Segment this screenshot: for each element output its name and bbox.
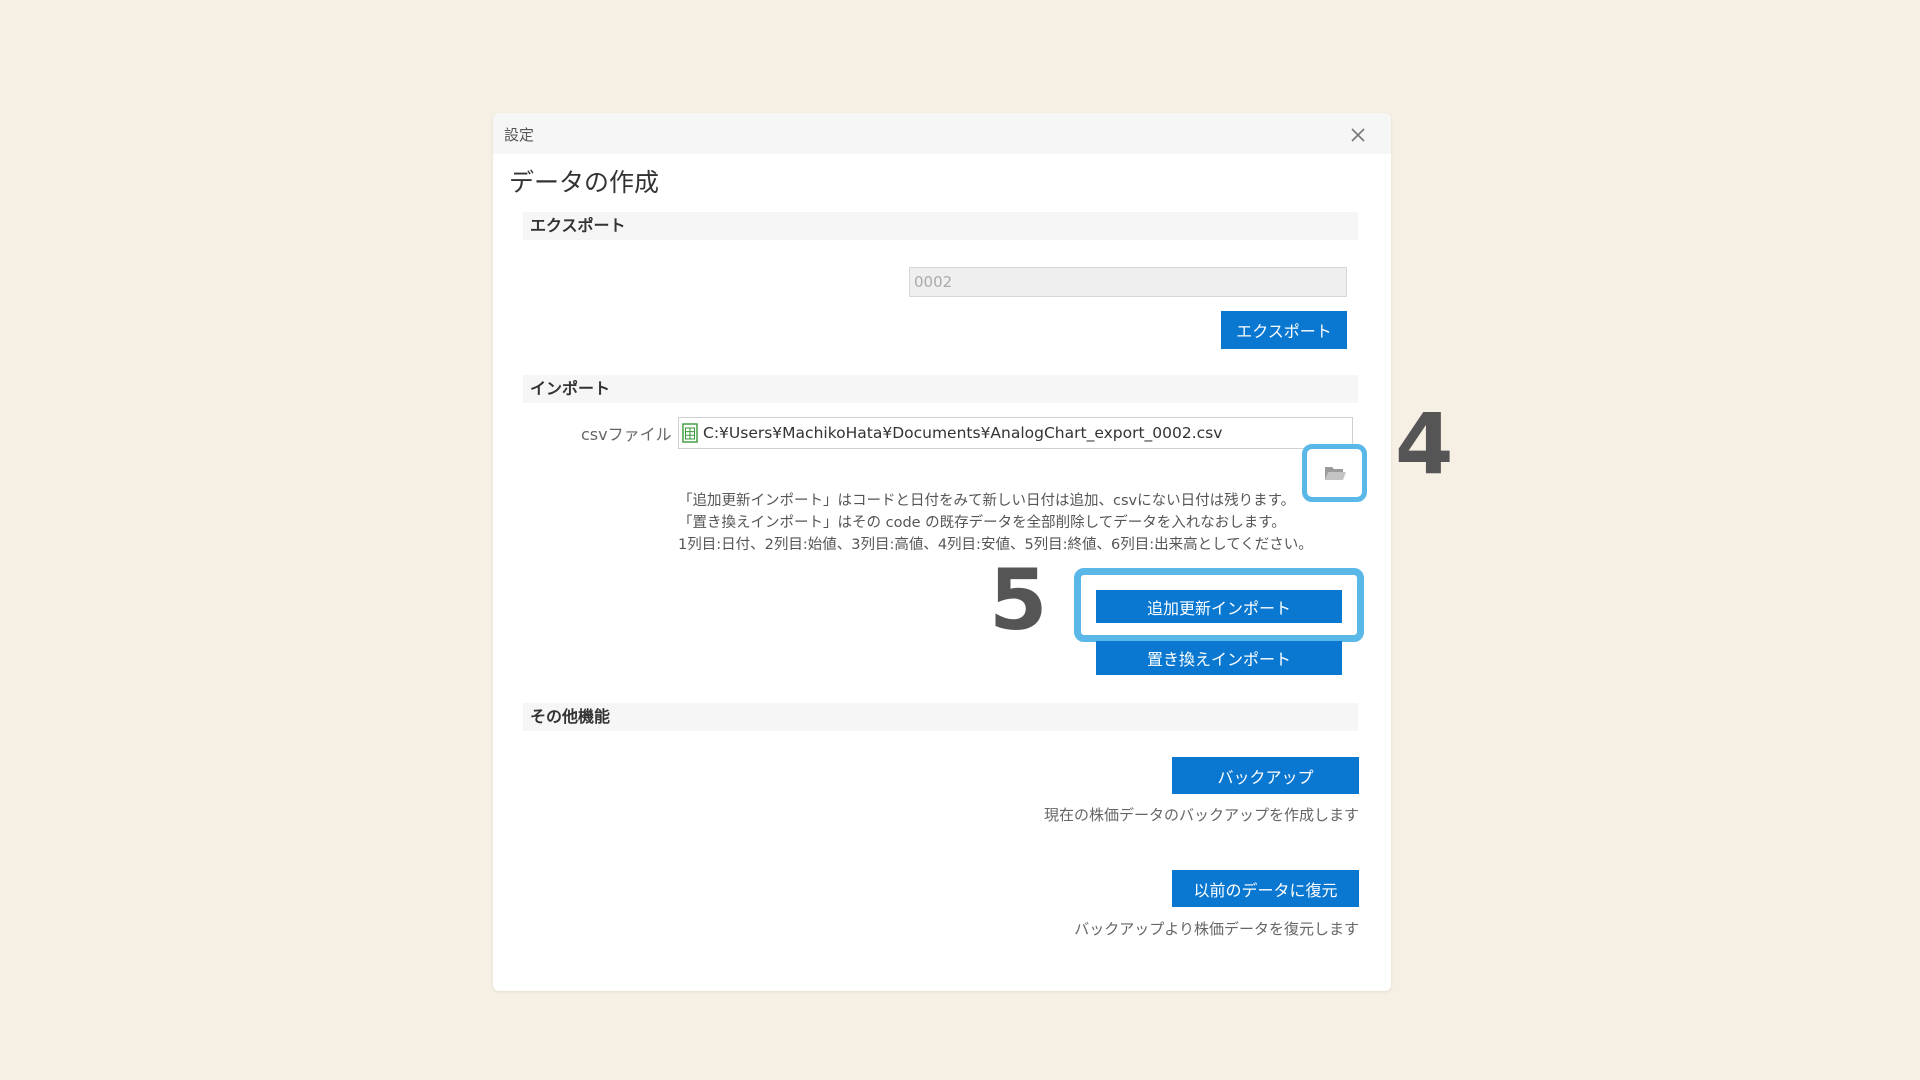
export-code-input[interactable] <box>909 267 1347 297</box>
close-icon <box>1351 128 1365 142</box>
csv-file-label: csvファイル <box>581 425 672 444</box>
dialog-titlebar: 設定 <box>493 113 1391 154</box>
restore-hint: バックアップより株価データを復元します <box>1074 920 1359 938</box>
csv-file-field[interactable]: C:¥Users¥MachikoHata¥Documents¥AnalogCha… <box>678 417 1353 449</box>
backup-hint: 現在の株価データのバックアップを作成します <box>1043 806 1359 824</box>
folder-button-highlight <box>1302 444 1367 502</box>
export-button[interactable]: エクスポート <box>1221 311 1347 349</box>
spreadsheet-file-icon <box>682 423 698 443</box>
append-import-button[interactable]: 追加更新インポート <box>1096 590 1342 623</box>
close-button[interactable] <box>1348 125 1368 145</box>
page-title: データの作成 <box>509 168 660 197</box>
replace-import-button[interactable]: 置き換えインポート <box>1096 641 1342 675</box>
backup-button[interactable]: バックアップ <box>1172 757 1359 794</box>
step-5-marker: 5 <box>989 551 1048 649</box>
import-note-replace: 「置き換えインポート」はその code の既存データを全部削除してデータを入れな… <box>678 515 1286 531</box>
import-note-append: 「追加更新インポート」はコードと日付をみて新しい日付は追加、csvにない日付は残… <box>678 493 1296 509</box>
export-section-header: エクスポート <box>523 212 1358 240</box>
csv-file-path: C:¥Users¥MachikoHata¥Documents¥AnalogCha… <box>703 424 1223 442</box>
restore-button[interactable]: 以前のデータに復元 <box>1172 870 1359 907</box>
folder-open-icon <box>1325 467 1346 480</box>
step-4-marker: 4 <box>1395 395 1454 493</box>
browse-folder-button[interactable] <box>1323 462 1347 484</box>
dialog-title: 設定 <box>504 126 535 144</box>
settings-dialog: 設定 データの作成 エクスポート エクスポート インポート csvファイル C:… <box>493 113 1453 991</box>
other-section-header: その他機能 <box>523 703 1358 731</box>
import-section-header: インポート <box>523 375 1358 403</box>
